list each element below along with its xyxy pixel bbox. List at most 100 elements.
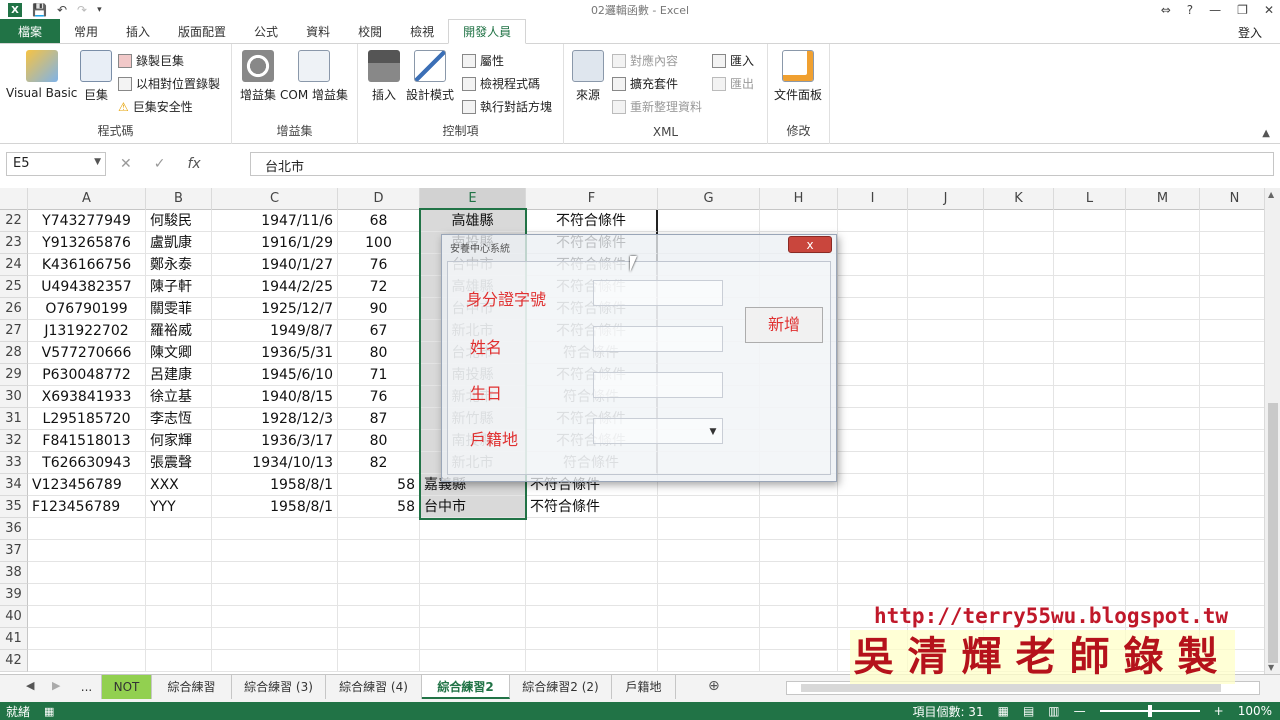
cell-d40[interactable]: [338, 606, 420, 628]
column-header-i[interactable]: I: [838, 188, 908, 210]
cell-c39[interactable]: [212, 584, 338, 606]
cell-h37[interactable]: [760, 540, 838, 562]
tab-formulas[interactable]: 公式: [240, 19, 292, 43]
zoom-in-icon[interactable]: +: [1214, 704, 1224, 718]
chevron-down-icon[interactable]: ▼: [706, 423, 720, 441]
cell-c28[interactable]: 1936/5/31: [212, 342, 338, 364]
row-header[interactable]: 42: [0, 650, 28, 672]
run-dialog-button[interactable]: 執行對話方塊: [462, 98, 552, 115]
cell-i36[interactable]: [838, 518, 908, 540]
cell-b33[interactable]: 張震聲: [146, 452, 212, 474]
page-break-view-icon[interactable]: ▥: [1048, 704, 1059, 718]
cell-b32[interactable]: 何家輝: [146, 430, 212, 452]
column-header-m[interactable]: M: [1126, 188, 1200, 210]
scroll-up-icon[interactable]: ▲: [1268, 190, 1274, 199]
visual-basic-button[interactable]: Visual Basic: [6, 50, 77, 100]
cell-a26[interactable]: O76790199: [28, 298, 146, 320]
cell-n33[interactable]: [1200, 452, 1264, 474]
cell-c26[interactable]: 1925/12/7: [212, 298, 338, 320]
row-header[interactable]: 24: [0, 254, 28, 276]
cell-c29[interactable]: 1945/6/10: [212, 364, 338, 386]
map-properties-button[interactable]: 對應內容: [612, 52, 678, 69]
insert-control-button[interactable]: 插入: [368, 50, 400, 103]
cell-b36[interactable]: [146, 518, 212, 540]
row-header[interactable]: 28: [0, 342, 28, 364]
collapse-ribbon-icon[interactable]: ▲: [1262, 128, 1270, 139]
cell-b31[interactable]: 李志恆: [146, 408, 212, 430]
cell-d36[interactable]: [338, 518, 420, 540]
cell-k34[interactable]: [984, 474, 1054, 496]
refresh-data-button[interactable]: 重新整理資料: [612, 98, 702, 115]
cell-k33[interactable]: [984, 452, 1054, 474]
cell-a35[interactable]: F123456789: [28, 496, 146, 518]
cell-n36[interactable]: [1200, 518, 1264, 540]
cell-h36[interactable]: [760, 518, 838, 540]
row-header[interactable]: 37: [0, 540, 28, 562]
cell-m31[interactable]: [1126, 408, 1200, 430]
cell-c34[interactable]: 1958/8/1: [212, 474, 338, 496]
vertical-scrollbar[interactable]: ▲ ▼: [1264, 188, 1280, 674]
cell-j35[interactable]: [908, 496, 984, 518]
cell-a28[interactable]: V577270666: [28, 342, 146, 364]
add-button[interactable]: 新增: [745, 307, 823, 343]
cell-i22[interactable]: [838, 210, 908, 232]
cell-a29[interactable]: P630048772: [28, 364, 146, 386]
row-header[interactable]: 25: [0, 276, 28, 298]
cell-n23[interactable]: [1200, 232, 1264, 254]
cell-d31[interactable]: 87: [338, 408, 420, 430]
macros-button[interactable]: 巨集: [80, 50, 112, 103]
cell-l23[interactable]: [1054, 232, 1126, 254]
cell-m26[interactable]: [1126, 298, 1200, 320]
cell-b37[interactable]: [146, 540, 212, 562]
sheet-tab-practice-3[interactable]: 綜合練習 (3): [232, 675, 326, 699]
cell-m39[interactable]: [1126, 584, 1200, 606]
cell-j34[interactable]: [908, 474, 984, 496]
cell-d25[interactable]: 72: [338, 276, 420, 298]
cell-n22[interactable]: [1200, 210, 1264, 232]
next-sheet-icon[interactable]: ▶: [52, 679, 60, 692]
cell-b42[interactable]: [146, 650, 212, 672]
cell-a38[interactable]: [28, 562, 146, 584]
cell-i32[interactable]: [838, 430, 908, 452]
cell-l38[interactable]: [1054, 562, 1126, 584]
zoom-out-icon[interactable]: —: [1074, 704, 1086, 718]
cell-m27[interactable]: [1126, 320, 1200, 342]
cell-n25[interactable]: [1200, 276, 1264, 298]
cell-j23[interactable]: [908, 232, 984, 254]
cell-d30[interactable]: 76: [338, 386, 420, 408]
sign-in-link[interactable]: 登入: [1238, 24, 1262, 41]
cell-l25[interactable]: [1054, 276, 1126, 298]
column-header-l[interactable]: L: [1054, 188, 1126, 210]
name-input[interactable]: [593, 326, 723, 352]
save-icon[interactable]: 💾: [32, 3, 47, 17]
add-sheet-icon[interactable]: ⊕: [708, 678, 720, 694]
cell-l24[interactable]: [1054, 254, 1126, 276]
sheet-tab-household[interactable]: 戶籍地: [612, 675, 676, 699]
cell-g38[interactable]: [658, 562, 760, 584]
cell-f35[interactable]: 不符合條件: [526, 496, 658, 518]
cell-m29[interactable]: [1126, 364, 1200, 386]
cell-b23[interactable]: 盧凱康: [146, 232, 212, 254]
cell-n38[interactable]: [1200, 562, 1264, 584]
column-header-e[interactable]: E: [420, 188, 526, 210]
cell-i38[interactable]: [838, 562, 908, 584]
cell-l36[interactable]: [1054, 518, 1126, 540]
cell-a33[interactable]: T626630943: [28, 452, 146, 474]
cell-l39[interactable]: [1054, 584, 1126, 606]
cell-a37[interactable]: [28, 540, 146, 562]
cell-c40[interactable]: [212, 606, 338, 628]
cell-a40[interactable]: [28, 606, 146, 628]
cell-i30[interactable]: [838, 386, 908, 408]
cell-n26[interactable]: [1200, 298, 1264, 320]
cell-i37[interactable]: [838, 540, 908, 562]
cell-j36[interactable]: [908, 518, 984, 540]
cell-i39[interactable]: [838, 584, 908, 606]
cell-c33[interactable]: 1934/10/13: [212, 452, 338, 474]
cell-d38[interactable]: [338, 562, 420, 584]
cell-i34[interactable]: [838, 474, 908, 496]
row-header[interactable]: 41: [0, 628, 28, 650]
cell-l22[interactable]: [1054, 210, 1126, 232]
cell-a31[interactable]: L295185720: [28, 408, 146, 430]
cell-m32[interactable]: [1126, 430, 1200, 452]
redo-icon[interactable]: ↷: [77, 3, 87, 17]
